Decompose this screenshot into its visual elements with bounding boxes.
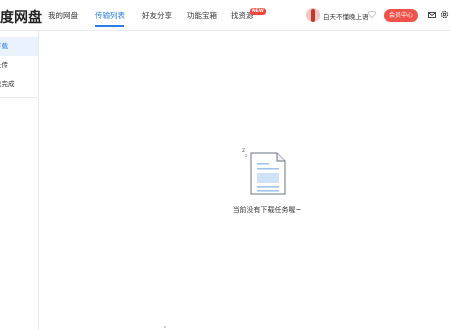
vip-center-button[interactable]: 会员中心: [384, 9, 418, 22]
sidebar-item-completed[interactable]: 已完成: [0, 75, 38, 94]
nav-toolbox[interactable]: 功能宝箱: [187, 10, 217, 21]
nav-friend-share[interactable]: 好友分享: [142, 10, 172, 21]
sidebar-item-label: 上传: [0, 61, 8, 69]
new-badge: NEW: [250, 8, 266, 15]
nav-transfer-list[interactable]: 传输列表: [95, 10, 125, 21]
username[interactable]: 白天不懂晚上语: [323, 11, 369, 21]
avatar[interactable]: [306, 8, 320, 22]
sidebar-divider: [0, 97, 38, 98]
empty-document-illustration: z z: [242, 147, 286, 195]
status-dot: [164, 326, 166, 328]
app-logo: 度网盘: [0, 10, 42, 26]
active-tab-indicator: [95, 25, 124, 27]
mail-icon[interactable]: [428, 12, 436, 18]
empty-state-text: 当前没有下载任务喔~: [232, 206, 302, 214]
svg-text:z: z: [245, 154, 248, 159]
gear-icon[interactable]: [440, 10, 449, 19]
sidebar-item-download[interactable]: 下载: [0, 37, 38, 56]
sidebar-item-label: 已完成: [0, 80, 15, 88]
top-bar: 度网盘 我的网盘 传输列表 好友分享 功能宝箱 找资源 NEW 白天不懂晚上语 …: [0, 0, 450, 31]
sidebar-item-label: 下载: [0, 42, 8, 50]
sidebar: 下载 上传 已完成: [0, 31, 39, 330]
nav-my-disk[interactable]: 我的网盘: [48, 10, 78, 21]
sidebar-item-upload[interactable]: 上传: [0, 56, 38, 75]
svg-text:z: z: [242, 147, 245, 154]
diamond-icon[interactable]: [368, 11, 376, 18]
